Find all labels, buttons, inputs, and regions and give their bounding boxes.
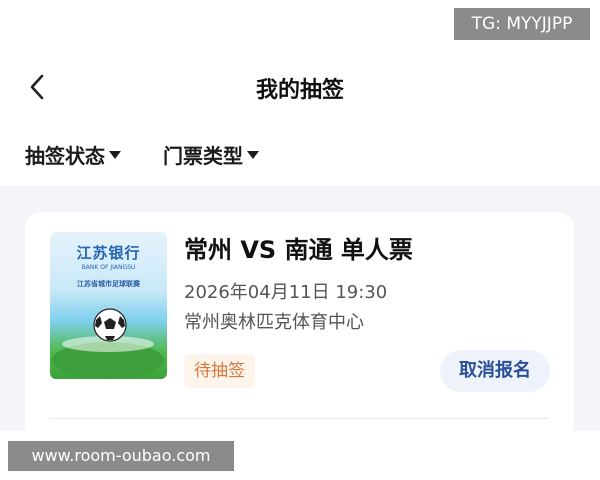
ticket-card[interactable]: 江苏银行 BANK OF JIANGSU 江苏省城市足球联赛 常州 VS 南通 …	[25, 212, 574, 442]
caret-down-icon	[109, 151, 121, 159]
nav-bar: 我的抽签	[0, 60, 600, 116]
ticket-title: 常州 VS 南通 单人票	[184, 236, 413, 264]
filter-draw-status[interactable]: 抽签状态	[25, 140, 121, 169]
watermark-bottom: www.room-oubao.com	[8, 441, 234, 471]
status-badge: 待抽签	[184, 354, 255, 388]
watermark-top: TG: MYYJJPP	[454, 8, 590, 40]
cancel-registration-button[interactable]: 取消报名	[440, 350, 550, 392]
match-venue: 常州奥林匹克体育中心	[184, 312, 364, 333]
divider	[50, 418, 549, 419]
match-datetime: 2026年04月11日 19:30	[184, 282, 388, 303]
football-icon	[52, 308, 164, 378]
filter-bar: 抽签状态 门票类型	[25, 138, 259, 170]
page-title: 我的抽签	[255, 78, 344, 103]
filter-label: 门票类型	[163, 143, 243, 168]
match-poster: 江苏银行 BANK OF JIANGSU 江苏省城市足球联赛	[50, 232, 167, 379]
filter-label: 抽签状态	[25, 143, 105, 168]
caret-down-icon	[247, 151, 259, 159]
filter-ticket-type[interactable]: 门票类型	[163, 140, 259, 169]
